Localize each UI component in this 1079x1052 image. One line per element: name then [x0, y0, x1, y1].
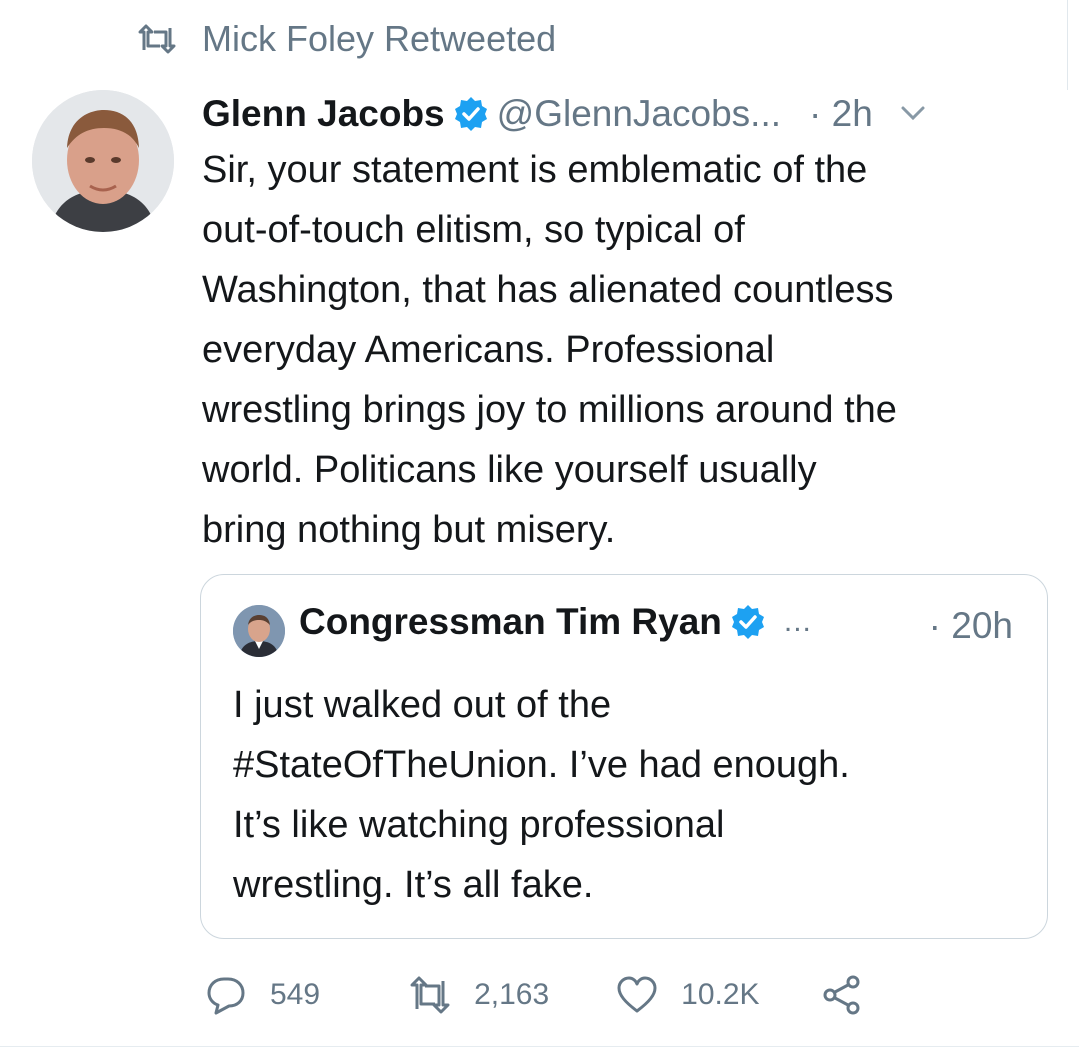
chevron-down-icon[interactable] [899, 104, 927, 124]
display-name[interactable]: Glenn Jacobs [202, 93, 445, 135]
tweet-text-line: everyday Americans. Professional [202, 329, 775, 371]
verified-badge-icon [731, 605, 764, 639]
quoted-display-name: Congressman Tim Ryan [299, 601, 722, 642]
avatar[interactable] [32, 90, 174, 232]
share-button[interactable] [820, 973, 886, 1017]
tweet-text-line: Sir, your statement is emblematic of the [202, 149, 868, 191]
quoted-text-line: #StateOfTheUnion. I’ve had enough. [233, 744, 850, 786]
retweet-count: 2,163 [474, 978, 550, 1011]
retweet-header[interactable]: Mick Foley Retweeted [138, 18, 556, 60]
quoted-profile-photo [233, 605, 285, 657]
reply-count: 549 [270, 978, 321, 1011]
retweet-button[interactable]: 2,163 [408, 973, 549, 1017]
quoted-timestamp: · 20h [928, 605, 1013, 646]
like-count: 10.2K [681, 978, 760, 1011]
retweet-header-text: Mick Foley Retweeted [202, 18, 557, 59]
tweet-header: Glenn Jacobs @GlennJacobs... · 2h [202, 86, 1062, 142]
retweet-icon [410, 976, 450, 1014]
handle[interactable]: @GlennJacobs... [497, 93, 781, 135]
tweet-text-line: Washington, that has alienated countless [202, 269, 894, 311]
tweet-text: Sir, your statement is emblematic of the… [202, 140, 1062, 560]
timestamp[interactable]: · 2h [809, 93, 873, 135]
like-button[interactable]: 10.2K [615, 973, 760, 1017]
profile-photo [32, 90, 174, 232]
heart-icon [617, 976, 657, 1013]
reply-icon [207, 977, 245, 1015]
quoted-avatar [233, 605, 285, 657]
tweet-text-line: bring nothing but misery. [202, 509, 616, 551]
quoted-tweet[interactable]: Congressman Tim Ryan ... · 20h I just wa… [200, 574, 1048, 939]
tweet-text-line: out-of-touch elitism, so typical of [202, 209, 745, 251]
share-icon [823, 975, 860, 1015]
quoted-tweet-text: I just walked out of the #StateOfTheUnio… [233, 675, 1033, 915]
reply-button[interactable]: 549 [204, 973, 320, 1017]
tweet-actions: 549 2,163 10.2K [204, 968, 886, 1022]
verified-badge-icon [454, 97, 487, 131]
quoted-text-line: It’s like watching professional [233, 804, 725, 846]
divider [0, 1046, 1079, 1047]
scrollbar[interactable] [1067, 0, 1079, 90]
tweet-text-line: wrestling brings joy to millions around … [202, 389, 897, 431]
retweet-icon [138, 24, 176, 54]
quoted-tweet-header: Congressman Tim Ryan ... [299, 601, 812, 643]
quoted-handle-truncated: ... [783, 605, 812, 638]
quoted-text-line: wrestling. It’s all fake. [233, 864, 594, 906]
tweet-card[interactable]: Mick Foley Retweeted Glenn Jacobs @Glenn… [0, 0, 1079, 1052]
quoted-text-line: I just walked out of the [233, 684, 612, 726]
tweet-text-line: world. Politicans like yourself usually [202, 449, 817, 491]
